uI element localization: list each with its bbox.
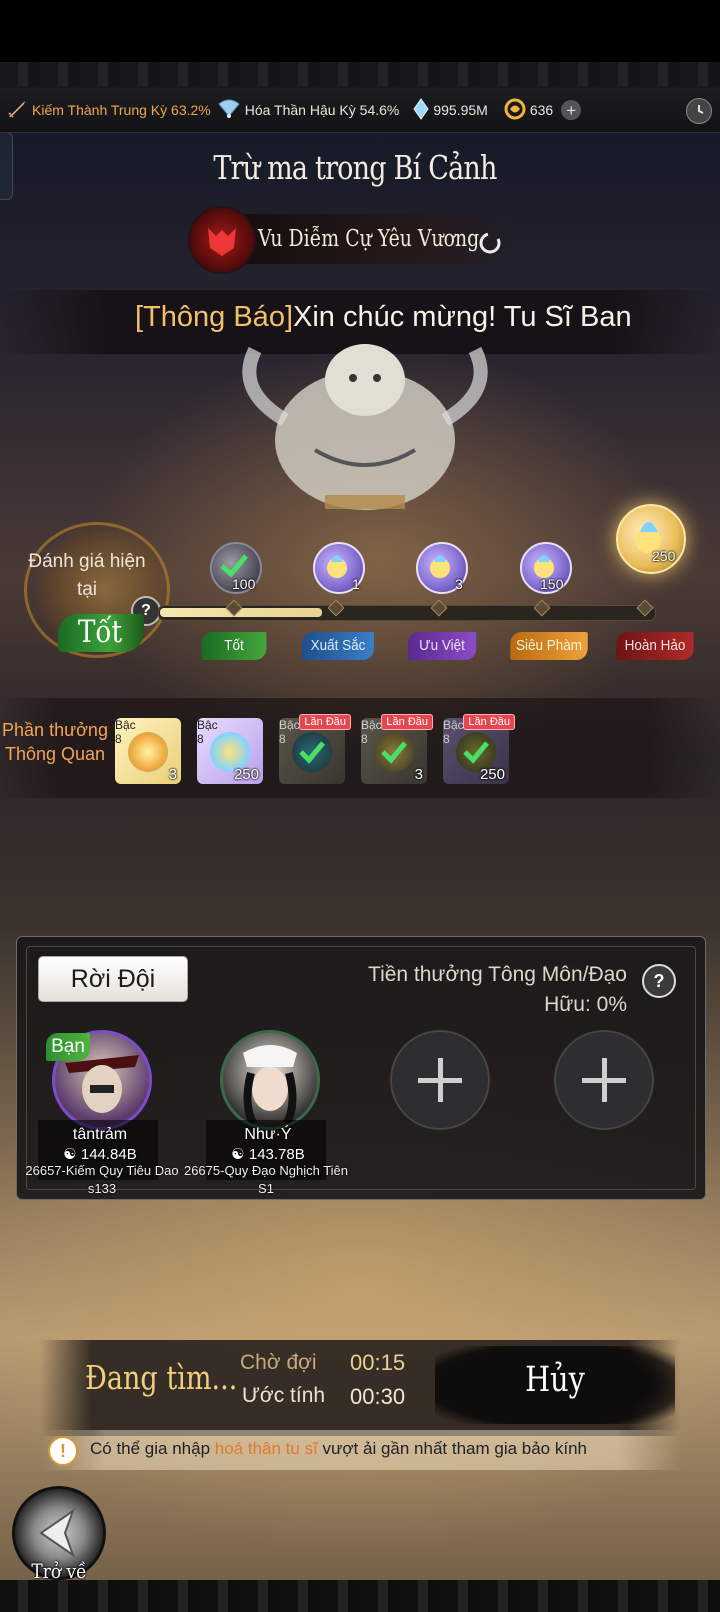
- reward-item[interactable]: Bậc 8 Lần Đầu 250: [443, 714, 515, 784]
- page-title: Trừ ma trong Bí Cảnh: [213, 148, 497, 187]
- you-tag: Bạn: [46, 1033, 90, 1061]
- check-icon: [292, 732, 332, 772]
- member-name: Như·Ý: [244, 1126, 292, 1143]
- avatar[interactable]: [220, 1030, 320, 1130]
- sword-icon: [6, 98, 32, 123]
- realm-fan-stat[interactable]: Hóa Thần Hậu Kỳ 54.6%: [217, 98, 400, 123]
- rating-label: Đánh giá hiện tại: [28, 551, 146, 600]
- reward-item[interactable]: Bậc 8 250: [197, 718, 263, 784]
- tip-text: Có thể gia nhập hoá thân tu sĩ vượt ải g…: [90, 1439, 587, 1459]
- add-member-button[interactable]: [390, 1030, 490, 1130]
- member-power: ☯ 143.78B: [198, 1145, 338, 1163]
- item-count: 3: [414, 766, 423, 783]
- leave-team-button[interactable]: Rời Đội: [38, 956, 188, 1002]
- reward-item[interactable]: Bậc 8 3: [115, 718, 181, 784]
- tier-label-transcendent: Siêu Phàm: [510, 632, 588, 660]
- item-count: 250: [479, 766, 505, 783]
- boss-illustration: [215, 330, 515, 530]
- crystal-count: 995.95M: [433, 102, 488, 118]
- resource-bar: Kiếm Thành Trung Kỳ 63.2% Hóa Thần Hậu K…: [0, 88, 720, 133]
- side-drawer-handle[interactable]: [0, 132, 13, 200]
- estimate-label: Ước tính: [242, 1384, 326, 1407]
- realm-fan-label: Hóa Thần Hậu Kỳ 54.6%: [244, 102, 400, 118]
- tip-highlight: hoá thân tu sĩ: [214, 1439, 318, 1458]
- member-server: 26675-Quy Đạo Nghịch Tiên S1: [183, 1163, 349, 1196]
- demon-mask-icon: [188, 206, 256, 274]
- tier-reward-count: 100: [232, 576, 256, 592]
- member-name: tântrảm: [72, 1126, 128, 1143]
- power-icon: ☯: [63, 1146, 81, 1163]
- sect-bonus-text: Tiền thưởng Tông Môn/Đạo Hữu: 0%: [368, 963, 627, 1016]
- check-icon: [374, 732, 414, 772]
- reward-item[interactable]: Bậc 8 Lần Đầu: [279, 714, 351, 784]
- tip-text-before: Có thể gia nhập: [90, 1439, 215, 1458]
- crystal-icon: [413, 97, 433, 123]
- cancel-search-label: Hủy: [525, 1360, 585, 1400]
- realm-sword-label: Kiếm Thành Trung Kỳ 63.2%: [32, 102, 211, 118]
- tier-reward-count: 150: [540, 576, 564, 592]
- announcement-message: Xin chúc mừng! Tu Sĩ Ban: [293, 301, 632, 333]
- realm-sword-stat[interactable]: Kiếm Thành Trung Kỳ 63.2%: [6, 98, 211, 123]
- wait-label: Chờ đợi: [240, 1351, 317, 1374]
- member-server: 26657-Kiếm Quy Tiêu Dao s133: [25, 1163, 179, 1196]
- tier-label-perfect: Hoàn Hảo: [616, 632, 694, 660]
- member-power-value: 144.84B: [80, 1146, 137, 1163]
- bonus-help-icon[interactable]: ?: [642, 964, 676, 998]
- top-bezel: [0, 0, 720, 62]
- tier-label-superior: Ưu Việt: [407, 632, 477, 660]
- tier-reward-count: 250: [652, 548, 676, 564]
- rating-value: Tốt: [77, 614, 123, 650]
- boss-name: Vu Diễm Cự Yêu Vương: [258, 226, 480, 252]
- decorative-bottom-band: [0, 1580, 720, 1612]
- first-clear-tag: Lần Đầu: [381, 714, 433, 730]
- fan-icon: [217, 98, 245, 123]
- power-icon: ☯: [231, 1146, 249, 1163]
- first-clear-tag: Lần Đầu: [299, 714, 351, 730]
- clock-icon[interactable]: [686, 98, 712, 124]
- searching-status: Đang tìm...: [85, 1358, 238, 1397]
- add-member-button[interactable]: [554, 1030, 654, 1130]
- golden-lotus-icon: [128, 732, 168, 772]
- member-power-value: 143.78B: [248, 1146, 305, 1163]
- item-count: 3: [168, 766, 177, 783]
- tier-reward-orb-5[interactable]: [616, 504, 686, 574]
- coin-stat[interactable]: 636: [504, 98, 553, 123]
- tier-label-good: Tốt: [201, 632, 267, 660]
- coin-icon: [504, 98, 530, 123]
- tier-label-excellent: Xuất Sắc: [302, 632, 374, 660]
- coin-count: 636: [529, 102, 554, 118]
- estimate-value: 00:30: [350, 1384, 406, 1409]
- tier-reward-count: 1: [352, 576, 360, 592]
- wait-value: 00:15: [350, 1350, 406, 1375]
- tier-reward-count: 3: [455, 576, 463, 592]
- swap-boss-icon[interactable]: [478, 231, 502, 255]
- tip-text-after: vượt ải gần nhất tham gia bảo kính: [317, 1439, 587, 1458]
- warning-icon: !: [48, 1436, 78, 1466]
- crystal-stat[interactable]: 995.95M: [413, 97, 488, 123]
- item-count: 250: [233, 766, 259, 783]
- plus-icon[interactable]: +: [561, 100, 582, 120]
- announcement-tag: [Thông Báo]: [135, 301, 293, 333]
- clear-rewards-label: Phần thưởng Thông Quan: [2, 720, 108, 764]
- decorative-cloud-band: [0, 62, 720, 86]
- member-power: ☯ 144.84B: [30, 1145, 170, 1163]
- reward-item[interactable]: Bậc 8 Lần Đầu 3: [361, 714, 433, 784]
- first-clear-tag: Lần Đầu: [463, 714, 515, 730]
